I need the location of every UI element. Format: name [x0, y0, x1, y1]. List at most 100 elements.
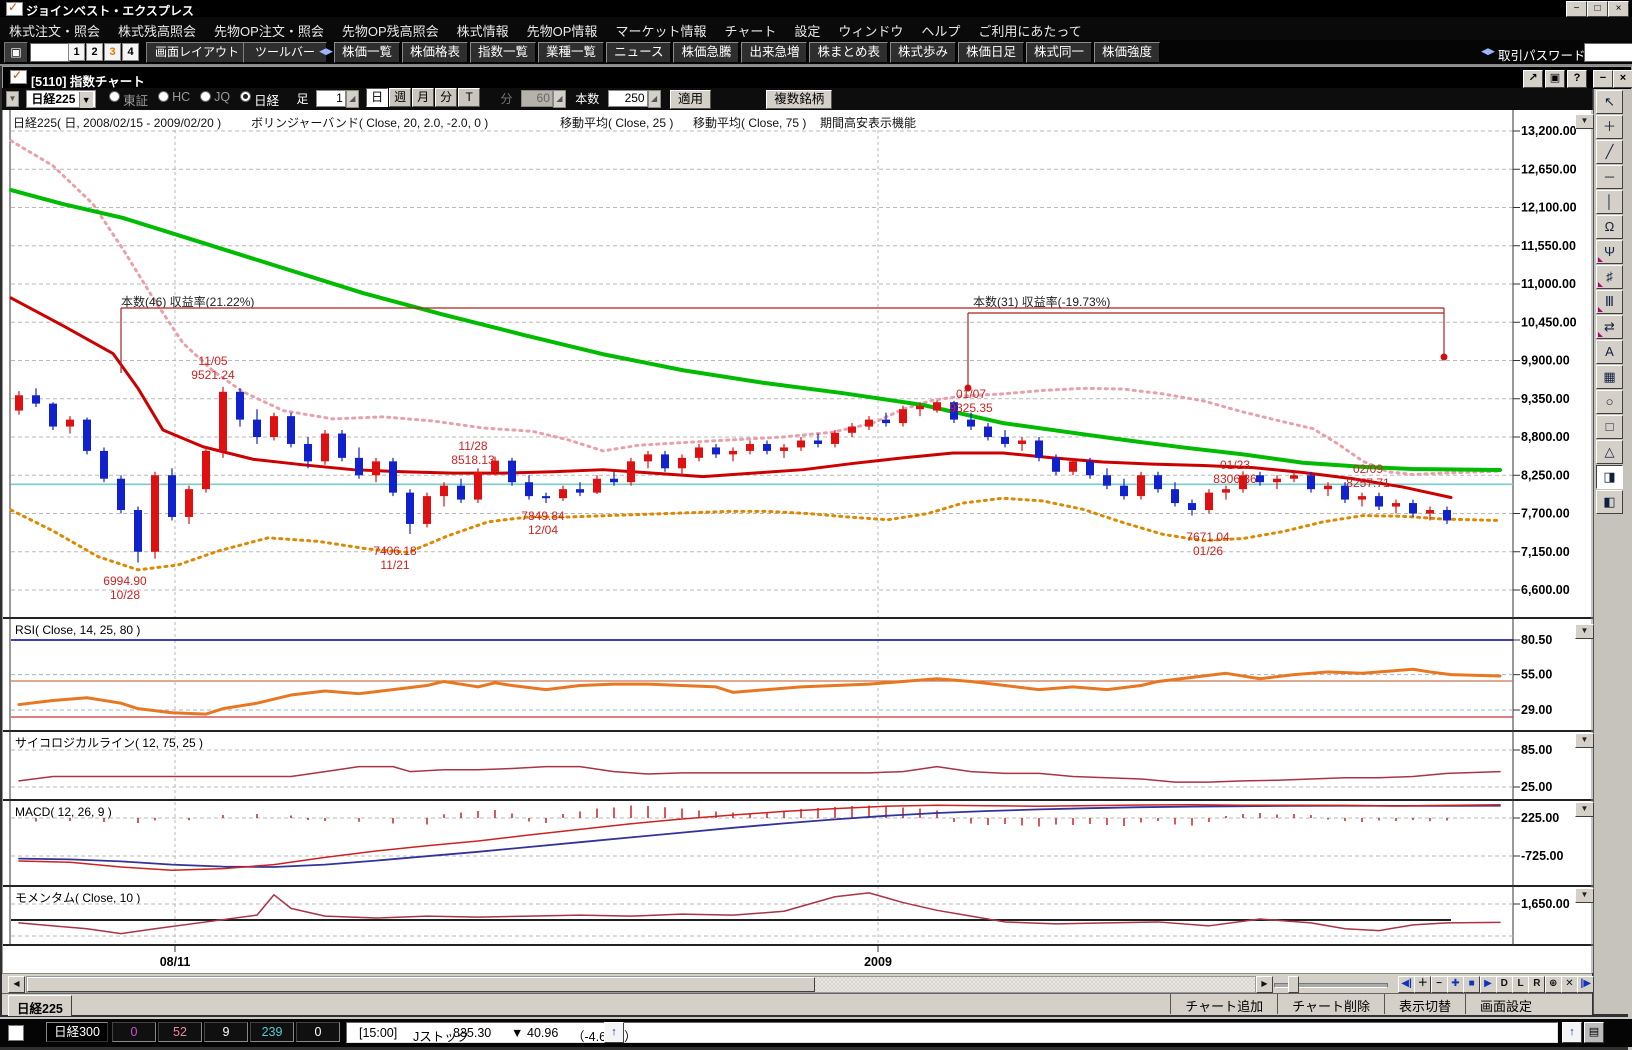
close-button[interactable]: ×: [1608, 1, 1629, 17]
scrollbar-thumb[interactable]: [27, 977, 815, 992]
hatch-lines-icon[interactable]: ♯: [1596, 265, 1623, 289]
cycle-arrows-icon[interactable]: ⇄: [1596, 315, 1623, 339]
menu-item[interactable]: 先物OP残高照会: [333, 17, 448, 40]
popout-icon[interactable]: ↗: [1523, 70, 1543, 88]
multi-symbol-button[interactable]: 複数銘柄: [766, 90, 832, 109]
screen-layout-button[interactable]: 画面レイアウト ▼: [146, 42, 248, 63]
preset-button-4[interactable]: 4: [122, 43, 139, 61]
scroll-up-ticker-button[interactable]: ↑: [1562, 1022, 1582, 1043]
action-button[interactable]: 表示切替: [1384, 994, 1465, 1014]
market-radio-東証[interactable]: [109, 91, 120, 102]
menu-item[interactable]: ウィンドウ: [829, 17, 912, 40]
alert-icon[interactable]: Ω: [1596, 215, 1623, 239]
cursor-icon[interactable]: ↖: [1596, 90, 1623, 114]
trendline-icon[interactable]: ╱: [1596, 140, 1623, 164]
zoom-slider-thumb[interactable]: [1288, 976, 1299, 993]
preset-button-2[interactable]: 2: [86, 43, 103, 61]
apply-button[interactable]: 適用: [670, 90, 711, 109]
toolbar-menu-button[interactable]: ツールバー ▼: [243, 42, 327, 63]
duplicate-icon[interactable]: ▣: [1545, 70, 1565, 88]
scroll-right-button[interactable]: ▶: [1256, 976, 1273, 993]
trade-password-input[interactable]: [1584, 43, 1632, 62]
market-radio-日経[interactable]: [240, 91, 251, 102]
zoom-in-button[interactable]: ＋: [1414, 976, 1431, 993]
macd-axis-dropdown[interactable]: ▼: [1575, 802, 1594, 817]
period-button-週[interactable]: 週: [389, 88, 411, 107]
count-input[interactable]: 250: [608, 90, 648, 107]
chart-close-button[interactable]: ×: [1613, 70, 1632, 88]
layout-window-icon[interactable]: ▣: [4, 42, 28, 63]
chart-tab[interactable]: 日経225: [8, 995, 72, 1016]
day-mode-button[interactable]: D: [1496, 976, 1513, 993]
toolbar-grip-icon[interactable]: ◀▶: [318, 44, 334, 59]
bar-interval-spinner[interactable]: ◢: [346, 90, 359, 108]
psych-axis-dropdown[interactable]: ▼: [1575, 733, 1594, 748]
scrollbar-track[interactable]: [26, 976, 1256, 993]
chart-canvas[interactable]: 13,200.0012,650.0012,100.0011,550.0011,0…: [3, 110, 1593, 973]
password-grip-icon[interactable]: ◀▶: [1480, 44, 1496, 59]
menu-item[interactable]: 先物OP注文・照会: [205, 17, 333, 40]
quick-button[interactable]: 株価急騰: [673, 42, 739, 63]
menu-item[interactable]: 株式残高照会: [109, 17, 205, 40]
menu-item[interactable]: 株式注文・照会: [0, 17, 109, 40]
horizontal-line-icon[interactable]: ─: [1596, 165, 1623, 189]
period-button-日[interactable]: 日: [366, 88, 388, 107]
play-button[interactable]: ▶: [1480, 976, 1497, 993]
quick-button[interactable]: 出来急増: [741, 42, 807, 63]
market-radio-JQ[interactable]: [200, 91, 211, 102]
chart-minimize-button[interactable]: −: [1593, 70, 1613, 88]
rsi-axis-dropdown[interactable]: ▼: [1575, 624, 1594, 639]
action-button[interactable]: チャート削除: [1277, 994, 1384, 1014]
market-radio-HC[interactable]: [158, 91, 169, 102]
text-tool-icon[interactable]: A: [1596, 340, 1623, 364]
period-button-分[interactable]: 分: [435, 88, 457, 107]
pan-button[interactable]: ✚: [1447, 976, 1464, 993]
ticker-up-button[interactable]: ↑: [604, 1022, 624, 1043]
grid-tool-icon[interactable]: ▦: [1596, 365, 1623, 389]
crosshair-icon[interactable]: ＋: [1596, 115, 1623, 139]
magnify-button[interactable]: ⊕: [1545, 976, 1562, 993]
menu-item[interactable]: ヘルプ: [912, 17, 969, 40]
ticker-checkbox[interactable]: [8, 1025, 24, 1041]
menu-item[interactable]: 株式情報: [448, 17, 518, 40]
preset-button-1[interactable]: 1: [68, 43, 85, 61]
quick-button[interactable]: 株価一覧: [334, 42, 400, 63]
zoom-out-button[interactable]: −: [1431, 976, 1448, 993]
preset-button-3[interactable]: 3: [104, 43, 121, 61]
action-button[interactable]: 画面設定: [1465, 994, 1546, 1014]
minimize-button[interactable]: −: [1566, 1, 1587, 17]
menu-item[interactable]: チャート: [715, 17, 785, 40]
quick-button[interactable]: 株価格表: [402, 42, 468, 63]
stop-button[interactable]: ■: [1463, 976, 1480, 993]
fan-lines-icon[interactable]: Ψ: [1596, 240, 1623, 264]
eraser-icon[interactable]: ◨: [1596, 465, 1623, 489]
log-mode-button[interactable]: L: [1512, 976, 1529, 993]
period-button-T[interactable]: T: [458, 88, 480, 107]
quick-button[interactable]: 株式同一: [1026, 42, 1092, 63]
quick-button[interactable]: ニュース: [606, 42, 671, 63]
ticker-panel-button[interactable]: ▤: [1584, 1022, 1604, 1043]
minute-input[interactable]: 60: [521, 90, 553, 107]
quick-button[interactable]: 株価強度: [1094, 42, 1160, 63]
quick-button[interactable]: 株まとめ表: [809, 42, 888, 63]
period-button-月[interactable]: 月: [412, 88, 434, 107]
count-spinner[interactable]: ◢: [648, 90, 661, 108]
step-first-button[interactable]: ◀|: [1398, 976, 1415, 993]
preset-name-input[interactable]: [30, 43, 70, 62]
reset-button[interactable]: R: [1528, 976, 1545, 993]
quick-button[interactable]: 指数一覧: [470, 42, 536, 63]
step-last-button[interactable]: |▶: [1577, 976, 1594, 993]
menu-item[interactable]: ご利用にあたって: [969, 17, 1090, 40]
parallel-lines-icon[interactable]: Ⅲ: [1596, 290, 1623, 314]
menu-item[interactable]: 先物OP情報: [518, 17, 607, 40]
ellipse-tool-icon[interactable]: ○: [1596, 390, 1623, 414]
quick-button[interactable]: 株価日足: [958, 42, 1024, 63]
maximize-button[interactable]: □: [1587, 1, 1608, 17]
bar-interval-input[interactable]: 1: [316, 90, 346, 107]
menu-item[interactable]: 設定: [785, 17, 829, 40]
price-axis-dropdown[interactable]: ▼: [1575, 114, 1594, 129]
triangle-tool-icon[interactable]: △: [1596, 440, 1623, 464]
close-view-button[interactable]: ✕: [1561, 976, 1578, 993]
momentum-axis-dropdown[interactable]: ▼: [1575, 888, 1594, 903]
symbol-combo[interactable]: 日経225 ▼: [26, 90, 95, 108]
